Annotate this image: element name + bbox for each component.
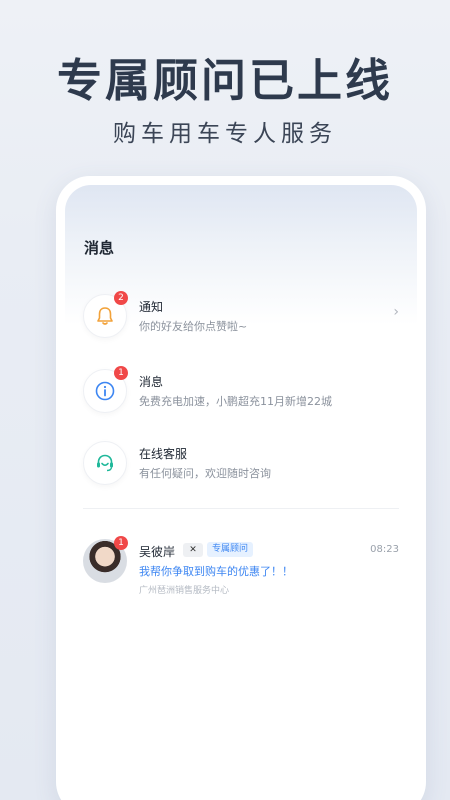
phone-frame: 消息 2 通知 你的好友给你点赞啦~ › 1 消息 免费充电加速，小鹏超充11月…: [56, 176, 426, 800]
chat-item-advisor[interactable]: 1 吴彼岸 ✕ 专属顾问 08:23 我帮你争取到购车的优惠了！！ 广州琶洲销售…: [83, 536, 399, 599]
divider: [83, 508, 399, 509]
brand-logo-icon: ✕: [183, 543, 203, 557]
hero-subtitle: 购车用车专人服务: [113, 121, 337, 147]
unread-badge: 1: [114, 366, 128, 380]
list-item-message[interactable]: 1 消息 免费充电加速，小鹏超充11月新增22城: [83, 366, 399, 417]
list-item-title: 消息: [139, 375, 164, 389]
unread-badge: 1: [114, 536, 128, 550]
advisor-organization: 广州琶洲销售服务中心: [139, 586, 230, 596]
list-item-title: 通知: [139, 300, 164, 314]
list-item-desc: 你的好友给你点赞啦~: [139, 320, 248, 333]
hero-title: 专属顾问已上线: [56, 54, 393, 107]
list-item-desc: 免费充电加速，小鹏超充11月新增22城: [139, 395, 332, 408]
headset-icon: [83, 441, 127, 485]
list-item-customer-service[interactable]: 在线客服 有任何疑问，欢迎随时咨询: [83, 441, 399, 489]
list-item-desc: 有任何疑问，欢迎随时咨询: [139, 467, 271, 480]
unread-badge: 2: [114, 291, 128, 305]
message-screen: 消息 2 通知 你的好友给你点赞啦~ › 1 消息 免费充电加速，小鹏超充11月…: [65, 185, 417, 800]
advisor-name: 吴彼岸: [139, 545, 176, 559]
list-item-title: 在线客服: [139, 447, 188, 461]
screen-title: 消息: [84, 239, 115, 257]
chat-message-preview: 我帮你争取到购车的优惠了！！: [139, 565, 293, 578]
list-item-notification[interactable]: 2 通知 你的好友给你点赞啦~ ›: [83, 291, 399, 342]
chat-timestamp: 08:23: [370, 544, 399, 555]
role-tag: 专属顾问: [207, 542, 254, 557]
chevron-right-icon: ›: [393, 304, 399, 320]
